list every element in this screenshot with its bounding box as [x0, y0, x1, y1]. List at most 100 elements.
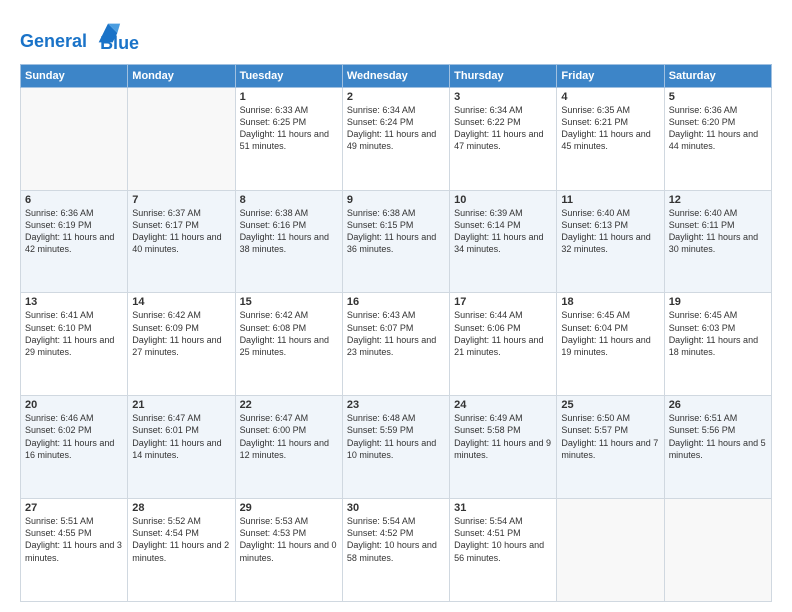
day-number: 13 [25, 296, 123, 308]
day-info: Sunrise: 5:54 AM Sunset: 4:52 PM Dayligh… [347, 515, 445, 564]
day-info: Sunrise: 6:45 AM Sunset: 6:03 PM Dayligh… [669, 309, 767, 358]
calendar-cell: 4Sunrise: 6:35 AM Sunset: 6:21 PM Daylig… [557, 87, 664, 190]
day-info: Sunrise: 6:38 AM Sunset: 6:16 PM Dayligh… [240, 207, 338, 256]
calendar-cell: 5Sunrise: 6:36 AM Sunset: 6:20 PM Daylig… [664, 87, 771, 190]
day-info: Sunrise: 6:38 AM Sunset: 6:15 PM Dayligh… [347, 207, 445, 256]
calendar-header-row: SundayMondayTuesdayWednesdayThursdayFrid… [21, 64, 772, 87]
day-number: 19 [669, 296, 767, 308]
day-info: Sunrise: 5:53 AM Sunset: 4:53 PM Dayligh… [240, 515, 338, 564]
calendar-cell: 12Sunrise: 6:40 AM Sunset: 6:11 PM Dayli… [664, 190, 771, 293]
day-info: Sunrise: 6:46 AM Sunset: 6:02 PM Dayligh… [25, 412, 123, 461]
day-header-wednesday: Wednesday [342, 64, 449, 87]
day-header-monday: Monday [128, 64, 235, 87]
calendar-cell: 14Sunrise: 6:42 AM Sunset: 6:09 PM Dayli… [128, 293, 235, 396]
day-number: 9 [347, 194, 445, 206]
day-number: 30 [347, 502, 445, 514]
day-header-saturday: Saturday [664, 64, 771, 87]
day-info: Sunrise: 6:43 AM Sunset: 6:07 PM Dayligh… [347, 309, 445, 358]
day-number: 11 [561, 194, 659, 206]
calendar-cell: 20Sunrise: 6:46 AM Sunset: 6:02 PM Dayli… [21, 396, 128, 499]
calendar-cell: 30Sunrise: 5:54 AM Sunset: 4:52 PM Dayli… [342, 499, 449, 602]
calendar-week-row: 1Sunrise: 6:33 AM Sunset: 6:25 PM Daylig… [21, 87, 772, 190]
day-info: Sunrise: 6:36 AM Sunset: 6:19 PM Dayligh… [25, 207, 123, 256]
calendar-cell: 16Sunrise: 6:43 AM Sunset: 6:07 PM Dayli… [342, 293, 449, 396]
calendar-cell [557, 499, 664, 602]
day-info: Sunrise: 6:34 AM Sunset: 6:24 PM Dayligh… [347, 104, 445, 153]
day-info: Sunrise: 6:48 AM Sunset: 5:59 PM Dayligh… [347, 412, 445, 461]
day-info: Sunrise: 6:35 AM Sunset: 6:21 PM Dayligh… [561, 104, 659, 153]
calendar-cell: 18Sunrise: 6:45 AM Sunset: 6:04 PM Dayli… [557, 293, 664, 396]
day-number: 24 [454, 399, 552, 411]
calendar-cell: 24Sunrise: 6:49 AM Sunset: 5:58 PM Dayli… [450, 396, 557, 499]
day-info: Sunrise: 6:42 AM Sunset: 6:09 PM Dayligh… [132, 309, 230, 358]
day-info: Sunrise: 6:47 AM Sunset: 6:01 PM Dayligh… [132, 412, 230, 461]
calendar-cell: 10Sunrise: 6:39 AM Sunset: 6:14 PM Dayli… [450, 190, 557, 293]
calendar-table: SundayMondayTuesdayWednesdayThursdayFrid… [20, 64, 772, 602]
calendar-cell: 6Sunrise: 6:36 AM Sunset: 6:19 PM Daylig… [21, 190, 128, 293]
calendar-cell: 3Sunrise: 6:34 AM Sunset: 6:22 PM Daylig… [450, 87, 557, 190]
day-number: 8 [240, 194, 338, 206]
day-number: 4 [561, 91, 659, 103]
calendar-week-row: 6Sunrise: 6:36 AM Sunset: 6:19 PM Daylig… [21, 190, 772, 293]
calendar-cell: 15Sunrise: 6:42 AM Sunset: 6:08 PM Dayli… [235, 293, 342, 396]
day-number: 25 [561, 399, 659, 411]
calendar-cell: 13Sunrise: 6:41 AM Sunset: 6:10 PM Dayli… [21, 293, 128, 396]
calendar-cell: 19Sunrise: 6:45 AM Sunset: 6:03 PM Dayli… [664, 293, 771, 396]
day-info: Sunrise: 6:40 AM Sunset: 6:13 PM Dayligh… [561, 207, 659, 256]
day-header-sunday: Sunday [21, 64, 128, 87]
day-info: Sunrise: 6:37 AM Sunset: 6:17 PM Dayligh… [132, 207, 230, 256]
calendar-cell [664, 499, 771, 602]
day-number: 31 [454, 502, 552, 514]
day-number: 1 [240, 91, 338, 103]
day-header-friday: Friday [557, 64, 664, 87]
calendar-cell: 9Sunrise: 6:38 AM Sunset: 6:15 PM Daylig… [342, 190, 449, 293]
page: General Blue SundayMondayTuesdayWednesda… [0, 0, 792, 612]
calendar-cell: 22Sunrise: 6:47 AM Sunset: 6:00 PM Dayli… [235, 396, 342, 499]
calendar-cell: 2Sunrise: 6:34 AM Sunset: 6:24 PM Daylig… [342, 87, 449, 190]
calendar-cell: 25Sunrise: 6:50 AM Sunset: 5:57 PM Dayli… [557, 396, 664, 499]
day-info: Sunrise: 6:36 AM Sunset: 6:20 PM Dayligh… [669, 104, 767, 153]
calendar-week-row: 13Sunrise: 6:41 AM Sunset: 6:10 PM Dayli… [21, 293, 772, 396]
day-number: 3 [454, 91, 552, 103]
calendar-cell: 23Sunrise: 6:48 AM Sunset: 5:59 PM Dayli… [342, 396, 449, 499]
calendar-cell: 26Sunrise: 6:51 AM Sunset: 5:56 PM Dayli… [664, 396, 771, 499]
logo-line1: General [20, 31, 87, 51]
day-number: 21 [132, 399, 230, 411]
day-header-tuesday: Tuesday [235, 64, 342, 87]
day-info: Sunrise: 5:52 AM Sunset: 4:54 PM Dayligh… [132, 515, 230, 564]
calendar-cell: 17Sunrise: 6:44 AM Sunset: 6:06 PM Dayli… [450, 293, 557, 396]
calendar-cell: 27Sunrise: 5:51 AM Sunset: 4:55 PM Dayli… [21, 499, 128, 602]
day-info: Sunrise: 6:45 AM Sunset: 6:04 PM Dayligh… [561, 309, 659, 358]
calendar-cell: 28Sunrise: 5:52 AM Sunset: 4:54 PM Dayli… [128, 499, 235, 602]
header: General Blue [20, 16, 772, 54]
day-number: 7 [132, 194, 230, 206]
day-number: 28 [132, 502, 230, 514]
day-number: 12 [669, 194, 767, 206]
calendar-cell: 29Sunrise: 5:53 AM Sunset: 4:53 PM Dayli… [235, 499, 342, 602]
day-number: 29 [240, 502, 338, 514]
calendar-cell: 21Sunrise: 6:47 AM Sunset: 6:01 PM Dayli… [128, 396, 235, 499]
day-info: Sunrise: 6:33 AM Sunset: 6:25 PM Dayligh… [240, 104, 338, 153]
day-info: Sunrise: 6:34 AM Sunset: 6:22 PM Dayligh… [454, 104, 552, 153]
day-number: 23 [347, 399, 445, 411]
calendar-week-row: 20Sunrise: 6:46 AM Sunset: 6:02 PM Dayli… [21, 396, 772, 499]
calendar-cell [21, 87, 128, 190]
day-number: 16 [347, 296, 445, 308]
calendar-week-row: 27Sunrise: 5:51 AM Sunset: 4:55 PM Dayli… [21, 499, 772, 602]
day-number: 15 [240, 296, 338, 308]
calendar-cell [128, 87, 235, 190]
day-header-thursday: Thursday [450, 64, 557, 87]
day-info: Sunrise: 5:54 AM Sunset: 4:51 PM Dayligh… [454, 515, 552, 564]
day-info: Sunrise: 6:41 AM Sunset: 6:10 PM Dayligh… [25, 309, 123, 358]
logo: General Blue [20, 16, 139, 54]
calendar-cell: 1Sunrise: 6:33 AM Sunset: 6:25 PM Daylig… [235, 87, 342, 190]
day-info: Sunrise: 6:40 AM Sunset: 6:11 PM Dayligh… [669, 207, 767, 256]
calendar-cell: 31Sunrise: 5:54 AM Sunset: 4:51 PM Dayli… [450, 499, 557, 602]
day-info: Sunrise: 6:47 AM Sunset: 6:00 PM Dayligh… [240, 412, 338, 461]
day-info: Sunrise: 6:49 AM Sunset: 5:58 PM Dayligh… [454, 412, 552, 461]
day-info: Sunrise: 6:44 AM Sunset: 6:06 PM Dayligh… [454, 309, 552, 358]
day-number: 18 [561, 296, 659, 308]
calendar-cell: 8Sunrise: 6:38 AM Sunset: 6:16 PM Daylig… [235, 190, 342, 293]
day-number: 10 [454, 194, 552, 206]
day-number: 20 [25, 399, 123, 411]
